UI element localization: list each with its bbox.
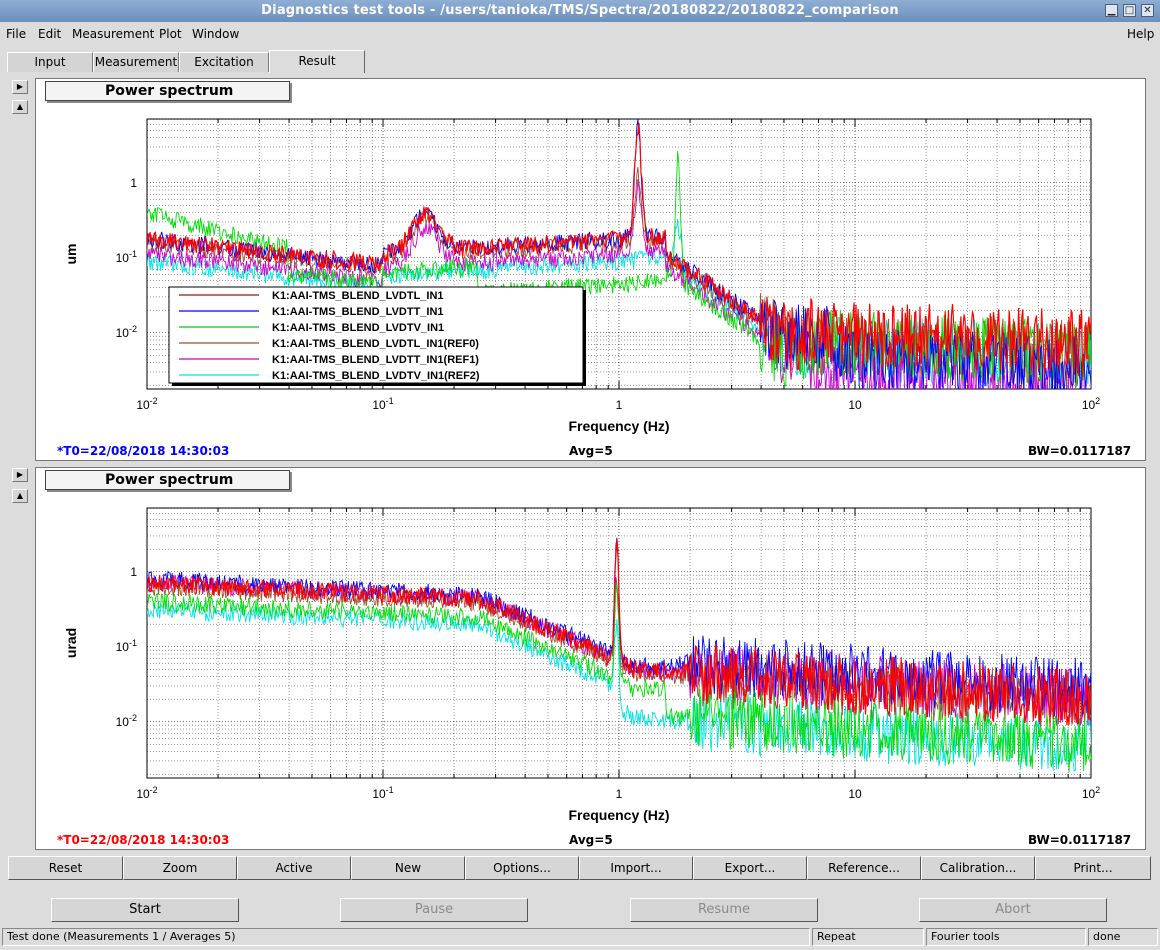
x-tick-label: 102	[1082, 785, 1100, 801]
menu-measurement[interactable]: Measurement	[72, 27, 154, 41]
pause-button[interactable]: Pause	[340, 898, 528, 922]
maximize-icon[interactable]: □	[1123, 4, 1136, 17]
power-spectrum-plot-bottom[interactable]: 10-2 10-1 1 10 102 1 10-1 10-2 Frequency (Hz) ura…	[36, 468, 1145, 849]
tab-result[interactable]: Result	[269, 50, 365, 73]
close-icon[interactable]: ✕	[1141, 4, 1154, 17]
bandwidth-label-bottom: BW=0.0117187	[1028, 833, 1132, 847]
tab-bar: Input Measurement Excitation Result	[0, 50, 1160, 73]
legend-entry: K1:AAI-TMS_BLEND_LVDTT_IN1(REF1)	[272, 354, 479, 366]
y-axis-label: um	[63, 244, 79, 265]
panel2-collapse-icon[interactable]: ▲	[12, 489, 28, 503]
legend-entry: K1:AAI-TMS_BLEND_LVDTL_IN1	[272, 290, 444, 302]
menu-bar: File Edit Measurement Plot Window Help	[0, 23, 1160, 45]
x-axis-label: Frequency (Hz)	[568, 418, 669, 434]
legend-entry: K1:AAI-TMS_BLEND_LVDTL_IN1(REF0)	[272, 338, 479, 350]
y-axis-label: urad	[63, 628, 79, 658]
plot-title-top[interactable]: Power spectrum	[45, 81, 290, 101]
avg-label-top: Avg=5	[569, 444, 613, 458]
y-tick-label: 10-1	[116, 249, 137, 265]
legend-entry: K1:AAI-TMS_BLEND_LVDTV_IN1(REF2)	[272, 370, 480, 382]
window-title: Diagnostics test tools - /users/tanioka/…	[261, 3, 899, 18]
tab-excitation[interactable]: Excitation	[179, 52, 269, 72]
plot-toolbar: Reset Zoom Active New Options... Import.…	[8, 856, 1151, 880]
t0-timestamp-top: *T0=22/08/2018 14:30:03	[57, 444, 230, 458]
reset-button[interactable]: Reset	[8, 856, 123, 880]
x-tick-label: 10-2	[136, 396, 157, 412]
panel1-expand-icon[interactable]: ▶	[12, 80, 28, 94]
calibration-button[interactable]: Calibration...	[921, 856, 1035, 880]
new-button[interactable]: New	[351, 856, 465, 880]
x-tick-label: 10	[848, 398, 862, 412]
x-tick-label: 10-1	[372, 396, 393, 412]
status-repeat: Repeat	[812, 928, 924, 946]
print-button[interactable]: Print...	[1035, 856, 1151, 880]
x-tick-label: 10-2	[136, 785, 157, 801]
abort-button[interactable]: Abort	[919, 898, 1107, 922]
y-tick-label: 10-2	[116, 713, 137, 729]
x-tick-label: 1	[616, 398, 623, 412]
export-button[interactable]: Export...	[693, 856, 807, 880]
status-bar: Test done (Measurements 1 / Averages 5) …	[0, 928, 1160, 948]
resume-button[interactable]: Resume	[630, 898, 818, 922]
menu-file[interactable]: File	[6, 27, 26, 41]
y-tick-label: 1	[130, 176, 137, 190]
status-state: done	[1088, 928, 1158, 946]
start-button[interactable]: Start	[51, 898, 239, 922]
plot-title-bottom[interactable]: Power spectrum	[45, 470, 290, 490]
panel2-expand-icon[interactable]: ▶	[12, 468, 28, 482]
window-titlebar[interactable]: Diagnostics test tools - /users/tanioka/…	[0, 0, 1160, 22]
y-tick-label: 10-2	[116, 324, 137, 340]
options-button[interactable]: Options...	[465, 856, 579, 880]
status-message: Test done (Measurements 1 / Averages 5)	[2, 928, 810, 946]
minimize-icon[interactable]: ▁	[1105, 4, 1118, 17]
bandwidth-label-top: BW=0.0117187	[1028, 444, 1132, 458]
import-button[interactable]: Import...	[579, 856, 693, 880]
t0-timestamp-bottom: *T0=22/08/2018 14:30:03	[57, 833, 230, 847]
zoom-button[interactable]: Zoom	[123, 856, 237, 880]
x-tick-label: 10	[848, 787, 862, 801]
tab-input[interactable]: Input	[7, 52, 93, 72]
plot-panel-bottom: 10-2 10-1 1 10 102 1 10-1 10-2 Frequency (Hz) ura…	[35, 467, 1146, 850]
tab-measurement[interactable]: Measurement	[93, 52, 179, 72]
x-tick-label: 1	[616, 787, 623, 801]
y-tick-label: 10-1	[116, 638, 137, 654]
panel1-collapse-icon[interactable]: ▲	[12, 100, 28, 114]
active-button[interactable]: Active	[237, 856, 351, 880]
y-tick-label: 1	[130, 565, 137, 579]
plot-panel-top: 10-2 10-1 1 10 102 1 10-1 10-2 Frequency (Hz) um K…	[35, 78, 1146, 461]
menu-help[interactable]: Help	[1127, 27, 1154, 41]
menu-edit[interactable]: Edit	[38, 27, 61, 41]
plot-legend[interactable]: K1:AAI-TMS_BLEND_LVDTL_IN1 K1:AAI-TMS_BLE…	[168, 286, 586, 386]
legend-entry: K1:AAI-TMS_BLEND_LVDTT_IN1	[272, 306, 444, 318]
status-tool: Fourier tools	[926, 928, 1086, 946]
legend-entry: K1:AAI-TMS_BLEND_LVDTV_IN1	[272, 322, 444, 334]
x-axis-label: Frequency (Hz)	[568, 807, 669, 823]
avg-label-bottom: Avg=5	[569, 833, 613, 847]
x-tick-label: 102	[1082, 396, 1100, 412]
reference-button[interactable]: Reference...	[807, 856, 921, 880]
menu-window[interactable]: Window	[192, 27, 239, 41]
menu-plot[interactable]: Plot	[159, 27, 182, 41]
power-spectrum-plot-top[interactable]: 10-2 10-1 1 10 102 1 10-1 10-2 Frequency (Hz) um K…	[36, 79, 1145, 460]
x-tick-label: 10-1	[372, 785, 393, 801]
